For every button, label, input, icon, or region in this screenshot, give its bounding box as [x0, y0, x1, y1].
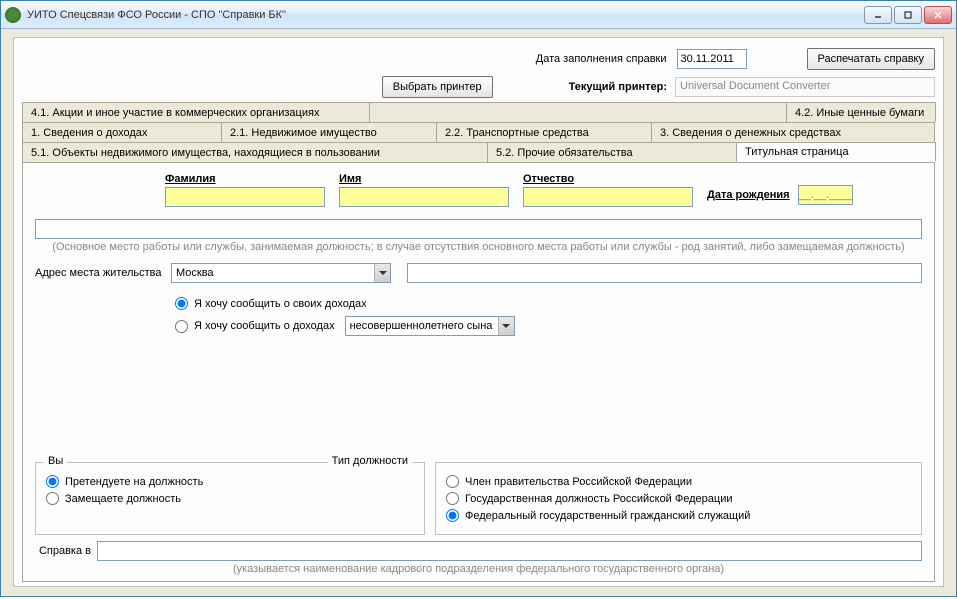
titlebar: УИТО Спецсвязи ФСО России - СПО "Справки…: [1, 1, 956, 29]
spravka-label: Справка в: [35, 545, 91, 557]
holding-label: Замещаете должность: [65, 493, 181, 505]
print-button[interactable]: Распечатать справку: [807, 48, 936, 70]
tab-2-1[interactable]: 2.1. Недвижимое имущество: [221, 122, 437, 142]
maximize-button[interactable]: [894, 6, 922, 24]
tab-4-2[interactable]: 4.2. Иные ценные бумаги: [786, 102, 936, 122]
tab-5-1[interactable]: 5.1. Объекты недвижимого имущества, нахо…: [22, 142, 488, 162]
federal-civil-radio[interactable]: [446, 509, 459, 522]
relative-value: несовершеннолетнего сына: [346, 320, 498, 332]
fill-date-input[interactable]: [677, 49, 747, 69]
app-icon: [5, 7, 21, 23]
window-title: УИТО Спецсвязи ФСО России - СПО "Справки…: [27, 9, 864, 21]
holding-radio[interactable]: [46, 492, 59, 505]
patronymic-label: Отчество: [523, 173, 693, 185]
firstname-input[interactable]: [339, 187, 509, 207]
state-position-label: Государственная должность Российской Фед…: [465, 493, 733, 505]
tab-5-2[interactable]: 5.2. Прочие обязательства: [487, 142, 737, 162]
app-window: УИТО Спецсвязи ФСО России - СПО "Справки…: [0, 0, 957, 597]
tab-2-2[interactable]: 2.2. Транспортные средства: [436, 122, 652, 142]
workplace-input[interactable]: [35, 219, 922, 239]
tab-content: Фамилия Имя Отчество Дата рождения: [22, 162, 935, 582]
birthdate-label: Дата рождения: [707, 189, 790, 201]
govt-member-label: Член правительства Российской Федерации: [465, 476, 692, 488]
minimize-button[interactable]: [864, 6, 892, 24]
birthdate-input[interactable]: [798, 185, 853, 205]
federal-civil-label: Федеральный государственный гражданский …: [465, 510, 750, 522]
address-city-value: Москва: [172, 267, 374, 279]
relative-combo[interactable]: несовершеннолетнего сына: [345, 316, 515, 336]
tab-3[interactable]: 3. Сведения о денежных средствах: [651, 122, 935, 142]
spravka-input[interactable]: [97, 541, 922, 561]
tabs: 4.1. Акции и иное участие в коммерческих…: [22, 102, 935, 582]
lastname-label: Фамилия: [165, 173, 325, 185]
firstname-label: Имя: [339, 173, 509, 185]
position-type-label: Тип должности: [328, 455, 412, 467]
tab-title-page[interactable]: Титульная страница: [736, 142, 936, 162]
main-panel: Дата заполнения справки Распечатать спра…: [13, 37, 944, 587]
spravka-hint: (указывается наименование кадрового подр…: [35, 563, 922, 575]
lastname-input[interactable]: [165, 187, 325, 207]
govt-member-radio[interactable]: [446, 475, 459, 488]
patronymic-input[interactable]: [523, 187, 693, 207]
tab-4-1[interactable]: 4.1. Акции и иное участие в коммерческих…: [22, 102, 370, 122]
report-own-radio[interactable]: [175, 297, 188, 310]
close-button[interactable]: [924, 6, 952, 24]
address-city-combo[interactable]: Москва: [171, 263, 391, 283]
tab-spacer[interactable]: [369, 102, 787, 122]
applying-radio[interactable]: [46, 475, 59, 488]
workplace-hint: (Основное место работы или службы, заним…: [35, 241, 922, 253]
position-type-group: Член правительства Российской Федерации …: [435, 462, 922, 535]
state-position-radio[interactable]: [446, 492, 459, 505]
you-legend: Вы: [44, 455, 67, 467]
fill-date-label: Дата заполнения справки: [536, 53, 667, 65]
applying-label: Претендуете на должность: [65, 476, 203, 488]
tab-1[interactable]: 1. Сведения о доходах: [22, 122, 222, 142]
chevron-down-icon[interactable]: [498, 317, 514, 335]
report-own-label: Я хочу сообщить о своих доходах: [194, 298, 367, 310]
address-detail-input[interactable]: [407, 263, 922, 283]
chevron-down-icon[interactable]: [374, 264, 390, 282]
current-printer-label: Текущий принтер:: [569, 81, 667, 93]
current-printer-value: Universal Document Converter: [675, 77, 935, 97]
choose-printer-button[interactable]: Выбрать принтер: [382, 76, 493, 98]
you-group: Вы Тип должности Претендуете на должност…: [35, 462, 425, 535]
report-relative-radio[interactable]: [175, 320, 188, 333]
address-label: Адрес места жительства: [35, 267, 165, 279]
report-relative-label: Я хочу сообщить о доходах: [194, 320, 335, 332]
